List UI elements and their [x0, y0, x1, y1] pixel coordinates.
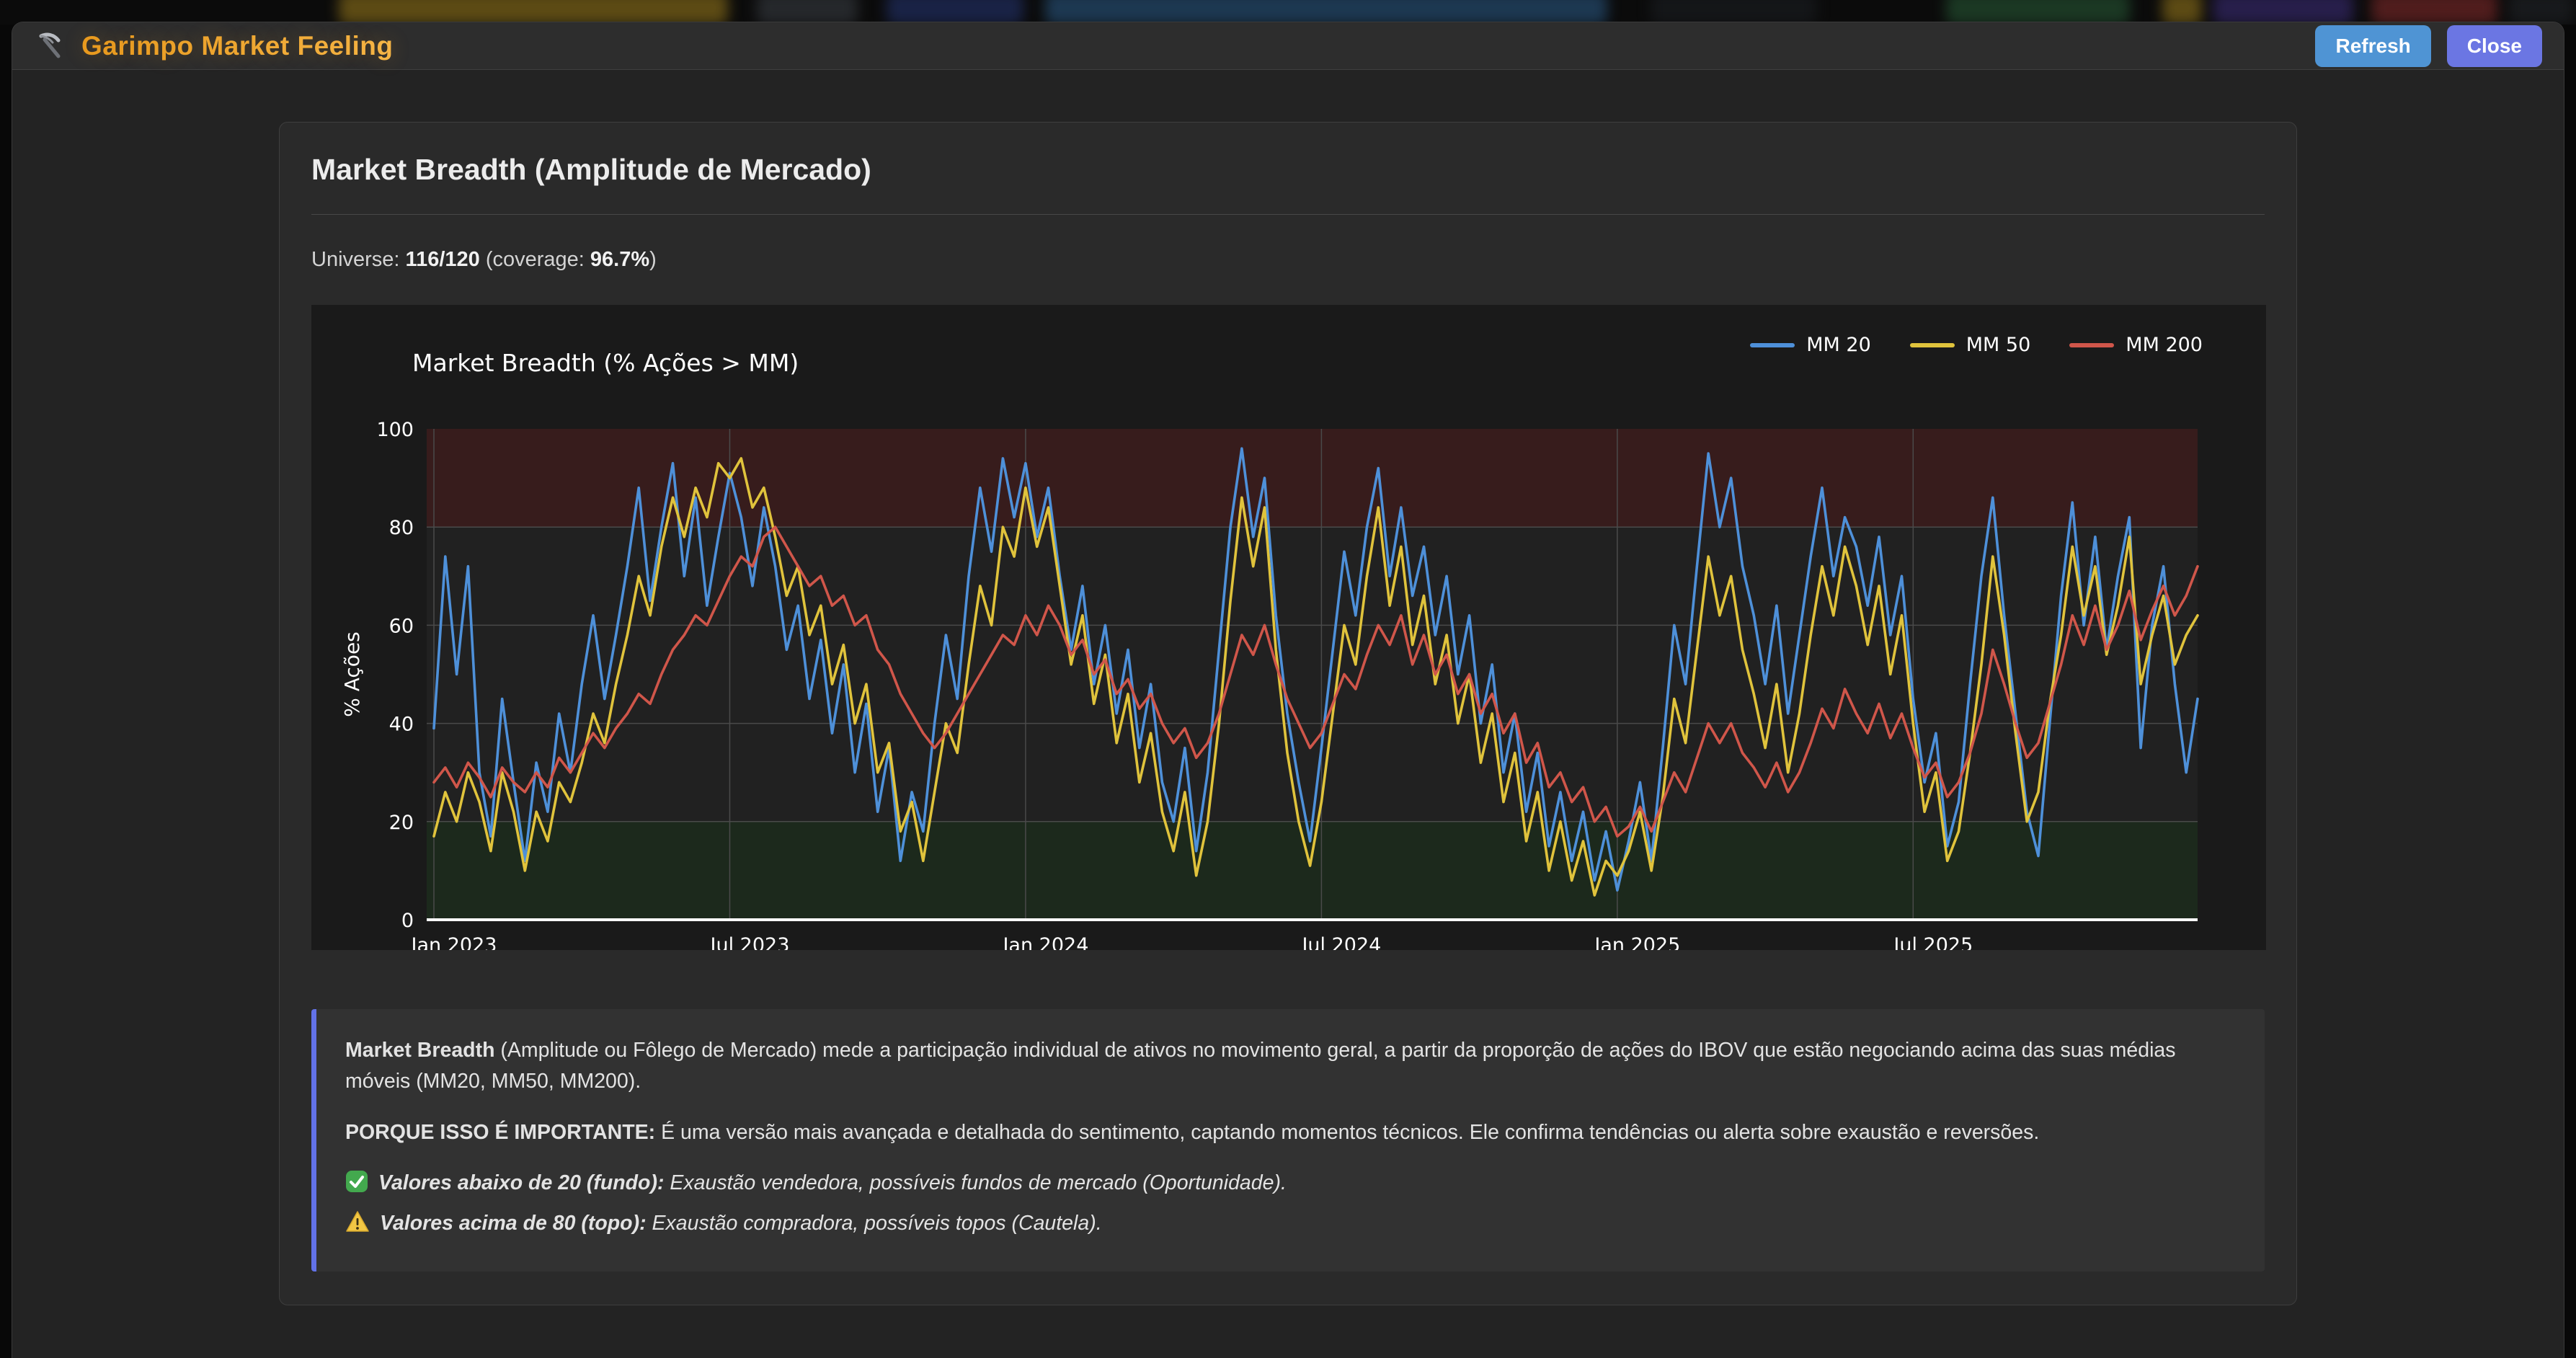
card-title: Market Breadth (Amplitude de Mercado) — [311, 153, 2265, 187]
explanation-box: Market Breadth (Amplitude ou Fôlego de M… — [311, 1009, 2265, 1272]
legend-label: MM 50 — [1966, 334, 2031, 356]
svg-text:Jul 2025: Jul 2025 — [1892, 934, 1973, 950]
modal-header: Garimpo Market Feeling Refresh Close — [12, 22, 2564, 70]
market-breadth-card: Market Breadth (Amplitude de Mercado) Un… — [279, 122, 2297, 1305]
coverage-value: 96.7% — [590, 248, 649, 271]
background-card — [757, 0, 858, 25]
svg-text:Market Breadth (% Ações > MM): Market Breadth (% Ações > MM) — [412, 349, 799, 377]
svg-text:0: 0 — [401, 910, 414, 932]
market-feeling-modal: Garimpo Market Feeling Refresh Close Mar… — [12, 22, 2564, 1358]
svg-text:Jan 2025: Jan 2025 — [1593, 934, 1680, 950]
warning-icon — [345, 1210, 370, 1243]
svg-text:40: 40 — [389, 714, 414, 736]
background-card — [1946, 0, 2130, 25]
svg-text:Jan 2024: Jan 2024 — [1001, 934, 1088, 950]
background-card — [1045, 0, 1607, 25]
chart-canvas: 0 20 40 60 80 100 Jan 2023 Jul 2023 Jan 2024 Jul … — [311, 305, 2266, 950]
background-card — [2162, 0, 2202, 25]
legend-line-sample — [1750, 343, 1795, 347]
universe-count: 116/120 — [406, 248, 480, 271]
svg-text:Jul 2023: Jul 2023 — [709, 934, 790, 950]
bullet-overbought: Valores acima de 80 (topo): Exaustão com… — [345, 1208, 2236, 1243]
app-title: Garimpo Market Feeling — [81, 31, 394, 61]
svg-text:Jul 2024: Jul 2024 — [1300, 934, 1381, 950]
pickaxe-icon — [34, 30, 66, 62]
legend-line-sample — [1910, 343, 1955, 347]
refresh-button[interactable]: Refresh — [2315, 25, 2430, 67]
legend-line-sample — [2069, 343, 2114, 347]
chart-legend: MM 20 MM 50 MM 200 — [1750, 334, 2203, 356]
svg-text:60: 60 — [389, 615, 414, 637]
background-card — [1651, 0, 1816, 25]
legend-label: MM 20 — [1806, 334, 1871, 356]
background-card — [339, 0, 728, 25]
divider — [311, 214, 2265, 215]
bullet-oversold: Valores abaixo de 20 (fundo): Exaustão v… — [345, 1168, 2236, 1202]
universe-line: Universe: 116/120 (coverage: 96.7%) — [311, 248, 2265, 272]
legend-item: MM 20 — [1750, 334, 1871, 356]
market-breadth-chart: 0 20 40 60 80 100 Jan 2023 Jul 2023 Jan 2024 Jul … — [311, 305, 2266, 950]
check-icon — [345, 1170, 368, 1202]
importance-paragraph: PORQUE ISSO É IMPORTANTE: É uma versão m… — [345, 1117, 2236, 1148]
close-button[interactable]: Close — [2447, 25, 2542, 67]
background-dashboard-strip — [0, 0, 2576, 25]
legend-item: MM 200 — [2069, 334, 2203, 356]
svg-text:100: 100 — [376, 419, 414, 441]
svg-text:% Ações: % Ações — [340, 631, 364, 717]
svg-text:80: 80 — [389, 517, 414, 539]
explanation-paragraph: Market Breadth (Amplitude ou Fôlego de M… — [345, 1035, 2236, 1097]
svg-text:Jan 2023: Jan 2023 — [410, 934, 497, 950]
background-card — [2371, 0, 2497, 25]
background-card — [887, 0, 1023, 25]
legend-item: MM 50 — [1910, 334, 2031, 356]
legend-label: MM 200 — [2126, 334, 2203, 356]
background-card — [2508, 0, 2573, 25]
background-card — [2213, 0, 2353, 25]
svg-text:20: 20 — [389, 812, 414, 834]
